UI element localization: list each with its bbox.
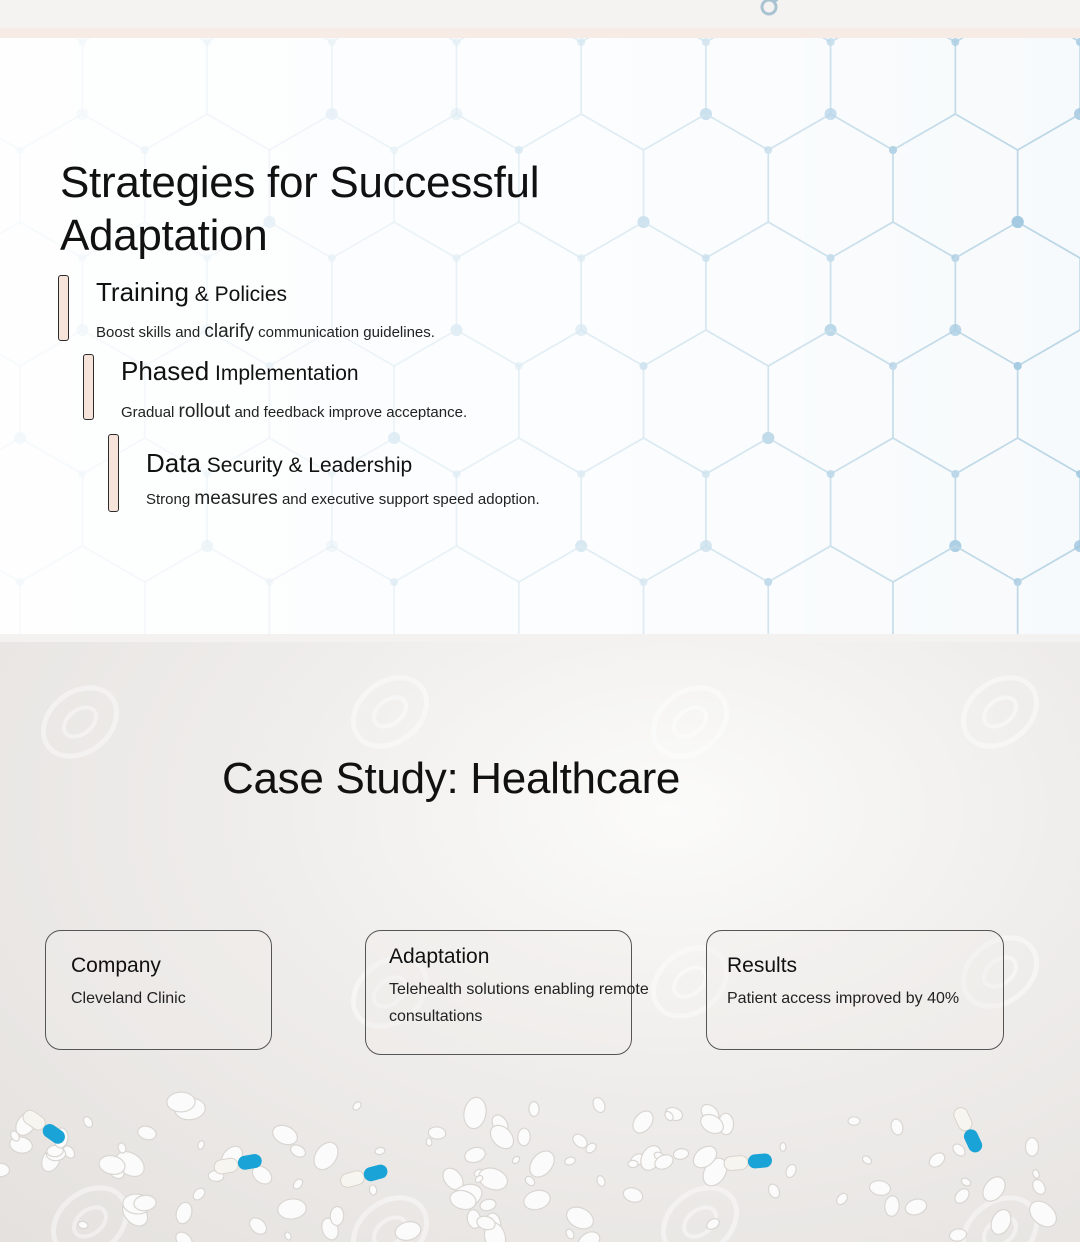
slide-divider [0,634,1080,642]
card-title: Adaptation [389,945,490,968]
top-bar [0,0,1080,28]
strategy-description: Strong measures and executive support sp… [146,488,540,509]
card-value: Patient access improved by 40% [727,990,960,1007]
card-title: Results [727,954,798,977]
top-strip [0,28,1080,38]
card-title: Company [71,954,161,977]
strategy-description: Boost skills and clarify communication g… [96,321,435,342]
accent-bar [108,434,119,512]
card-adaptation: Adaptation Telehealth solutions enabling… [365,930,649,1055]
card-results: Results Patient access improved by 40% [706,930,1004,1050]
accent-bar [83,354,94,420]
pills-photo [0,1091,1058,1242]
card-value: Telehealth solutions enabling remote con… [389,981,649,1025]
slide-title: Case Study: Healthcare [222,754,681,803]
card-company: Company Cleveland Clinic [45,930,272,1050]
ring-icon [760,0,779,16]
slide-strategies: Strategies for Successful Adaptation Tra… [0,38,1080,634]
strategy-heading: Training & Policies [96,277,288,307]
slide-case-study: Case Study: Healthcare Company Cleveland… [0,642,1080,1242]
slide-title: Strategies for Successful Adaptation [60,158,540,260]
card-value: Cleveland Clinic [71,990,186,1007]
strategy-description: Gradual rollout and feedback improve acc… [121,401,468,422]
strategy-heading: Phased Implementation [121,356,359,386]
accent-bar [58,275,69,341]
strategy-heading: Data Security & Leadership [146,448,413,478]
